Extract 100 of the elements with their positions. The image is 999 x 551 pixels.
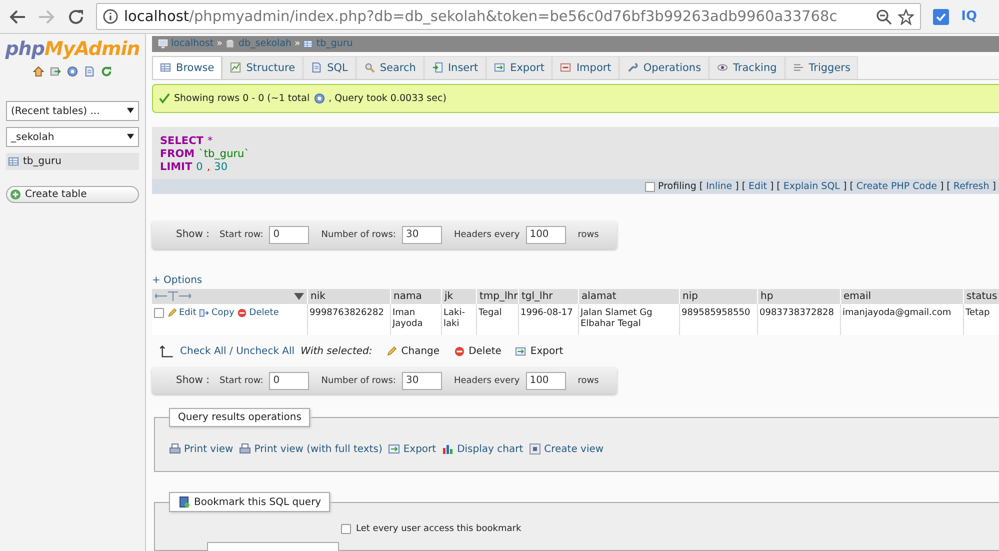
profiling-checkbox[interactable] [645, 182, 656, 192]
tab[interactable]: Export [486, 56, 552, 80]
exit-icon[interactable] [50, 66, 61, 77]
extension-button[interactable]: IQ [961, 9, 977, 24]
query-link[interactable]: Inline [706, 181, 732, 192]
start-row-field[interactable]: 0 [269, 372, 310, 390]
column-header[interactable]: jk [441, 288, 476, 304]
tab[interactable]: Search [356, 56, 424, 80]
operation-link[interactable]: Display chart [442, 443, 524, 456]
dropdown-arrow-icon[interactable] [127, 132, 134, 140]
check-all-link[interactable]: Check All / Uncheck All [180, 346, 295, 358]
server-icon [158, 38, 168, 49]
row-action-link[interactable]: Copy [199, 308, 234, 320]
share-label: Let every user access this bookmark [356, 524, 522, 534]
bulk-action-button[interactable]: Delete [454, 346, 502, 358]
import-icon [560, 62, 572, 74]
info-icon[interactable] [103, 9, 118, 24]
help-icon[interactable] [67, 66, 78, 77]
table-cell: 0983738372828 [757, 304, 840, 335]
headers-every-field[interactable]: 100 [526, 372, 566, 390]
pencil-icon [386, 346, 398, 358]
field-label: Headers every [454, 230, 520, 240]
chart-icon [230, 62, 242, 74]
star-icon[interactable] [898, 8, 914, 24]
database-icon [225, 38, 236, 49]
field-label: Number of rows: [321, 230, 396, 240]
home-icon[interactable] [33, 66, 44, 77]
bookmark-icon [178, 496, 190, 508]
bulk-action-button[interactable]: Change [386, 346, 440, 358]
table-list-item[interactable]: tb_guru [6, 153, 139, 170]
row-checkbox[interactable] [154, 308, 164, 318]
column-header[interactable]: hp [757, 288, 840, 304]
delete-icon [237, 308, 248, 318]
query-link[interactable]: Explain SQL [783, 181, 840, 192]
zoom-icon[interactable] [876, 8, 892, 24]
tab[interactable]: Structure [222, 56, 304, 80]
tab[interactable]: Operations [619, 56, 710, 80]
column-header[interactable]: nip [679, 288, 757, 304]
document-icon [311, 62, 322, 74]
tab[interactable]: Browse [152, 56, 222, 80]
column-header[interactable]: email [840, 288, 963, 304]
column-header[interactable]: tgl_lhr [518, 288, 578, 304]
refresh-icon[interactable] [101, 66, 112, 77]
column-header[interactable]: nama [390, 288, 441, 304]
start-row-field[interactable]: 0 [269, 226, 310, 244]
operation-link[interactable]: Print view (with full texts) [239, 443, 382, 456]
query-link[interactable]: Refresh [953, 181, 990, 192]
bulk-action-button[interactable]: Export [515, 346, 564, 358]
app-logo: phpMyAdmin [5, 38, 140, 60]
back-arrow-icon[interactable] [8, 8, 26, 24]
query-link[interactable]: Edit [748, 181, 767, 192]
tab[interactable]: Triggers [784, 56, 858, 80]
tab[interactable]: Tracking [709, 56, 785, 80]
pencil-icon [167, 308, 177, 318]
reload-icon[interactable] [68, 8, 84, 24]
export-icon [515, 346, 526, 358]
breadcrumb-separator: » [294, 38, 300, 50]
sql-token: FROM [160, 148, 195, 160]
help-icon[interactable] [314, 93, 325, 104]
share-checkbox[interactable] [341, 524, 351, 534]
row-action-link[interactable]: Delete [237, 308, 279, 320]
insert-icon [432, 62, 443, 74]
column-header[interactable]: alamat [578, 288, 679, 304]
database-dropdown[interactable]: _sekolah [6, 127, 139, 147]
column-resize-icon[interactable] [155, 291, 191, 302]
tab[interactable]: Insert [424, 56, 486, 80]
extension-icon[interactable] [933, 8, 950, 24]
sort-icon[interactable] [294, 292, 304, 300]
export-icon [388, 443, 400, 456]
field-label: Headers every [454, 376, 520, 386]
query-link[interactable]: Create PHP Code [856, 181, 937, 192]
address-bar[interactable]: localhost/phpmyadmin/index.php?db=db_sekolah&token=be56c0d76bf3b99263adb9960a33768c [96, 3, 922, 30]
options-link[interactable]: + Options [152, 274, 999, 286]
tab[interactable]: SQL [303, 56, 356, 80]
row-action-link[interactable]: Edit [167, 308, 196, 320]
eye-icon [717, 62, 728, 74]
operation-link[interactable]: Export [388, 443, 436, 456]
table-cell: imanjayoda@gmail.com [840, 304, 963, 335]
operation-link[interactable]: Print view [169, 443, 234, 456]
row-count-field[interactable]: 30 [402, 226, 442, 244]
sql-token: LIMIT [160, 161, 192, 174]
document-icon[interactable] [84, 66, 95, 77]
export-icon [494, 62, 506, 74]
profiling-label: Profiling [658, 181, 696, 192]
column-header[interactable]: status [963, 288, 999, 304]
column-header[interactable]: nik [307, 288, 390, 304]
bracket: [ [742, 181, 746, 192]
column-header[interactable]: tmp_lhr [476, 288, 518, 304]
sql-token: 0 [196, 161, 203, 174]
view-icon [529, 443, 542, 456]
tab[interactable]: Import [552, 56, 620, 80]
operation-link[interactable]: Create view [529, 443, 604, 456]
create-table-button[interactable]: Create table [6, 186, 139, 203]
table-icon [8, 156, 19, 167]
bookmark-label-field[interactable] [207, 542, 339, 551]
dropdown-arrow-icon[interactable] [127, 106, 134, 114]
delete-icon [454, 346, 465, 358]
headers-every-field[interactable]: 100 [526, 226, 566, 244]
row-count-field[interactable]: 30 [402, 372, 442, 390]
recent-tables-dropdown[interactable]: (Recent tables) ... [6, 101, 139, 121]
